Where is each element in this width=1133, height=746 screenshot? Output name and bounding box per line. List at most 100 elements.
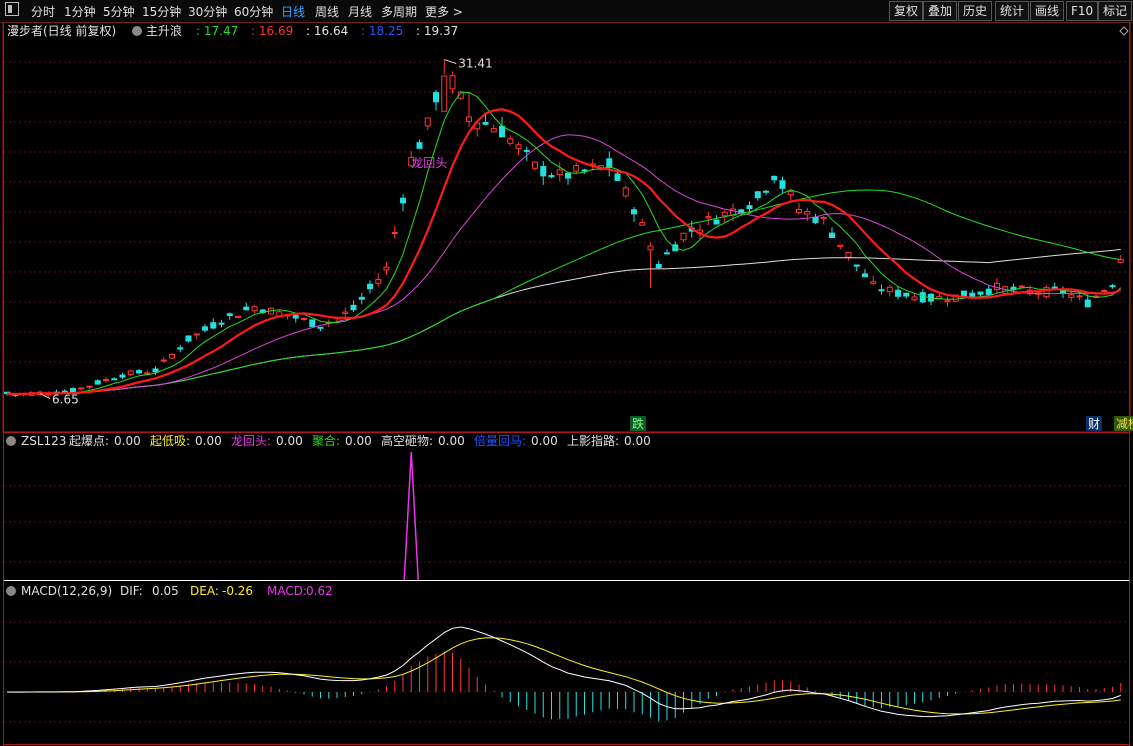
candle-body-130 xyxy=(1076,295,1083,298)
candle-body-86 xyxy=(713,219,720,225)
toolbar-button-6[interactable]: 标记 xyxy=(1098,1,1133,21)
candle-body-54 xyxy=(449,75,456,90)
candle-body-65 xyxy=(540,166,547,177)
candle-body-59 xyxy=(490,128,497,133)
macd-macd-label: MACD: xyxy=(267,584,307,598)
toolbar-button-1[interactable]: 叠加 xyxy=(923,1,958,21)
candle-body-98 xyxy=(812,216,819,223)
candle-body-9 xyxy=(78,387,85,390)
period-tab-9[interactable]: 多周期 xyxy=(381,3,417,20)
candle-body-92 xyxy=(763,190,769,193)
toolbar-button-2[interactable]: 历史 xyxy=(958,1,993,21)
candle-body-56 xyxy=(466,116,472,122)
candle-body-41 xyxy=(342,311,349,315)
candle-body-48 xyxy=(400,197,406,204)
period-tab-4[interactable]: 30分钟 xyxy=(188,3,227,20)
candle-body-35 xyxy=(292,315,299,319)
candle-body-100 xyxy=(829,232,835,239)
period-tab-5[interactable]: 60分钟 xyxy=(234,3,273,20)
indicator-name: 主升浪 xyxy=(146,23,182,38)
candle-body-29 xyxy=(243,306,250,311)
candle-body-87 xyxy=(721,211,728,217)
event-badge-1: 财 xyxy=(1088,417,1100,431)
toolbar-button-0[interactable]: 复权 xyxy=(889,1,924,21)
zsl-label-1: 起低吸: xyxy=(150,434,190,448)
candle-body-18 xyxy=(152,368,159,373)
period-tab-6[interactable]: 日线 xyxy=(281,3,305,20)
indicator-toggle-icon[interactable] xyxy=(132,26,142,36)
zsl-name: ZSL123 xyxy=(21,434,66,448)
candle-body-44 xyxy=(367,283,373,290)
zsl-value-4: 0.00 xyxy=(438,434,465,448)
ma5-line xyxy=(6,91,1122,395)
candle-body-51 xyxy=(424,117,431,127)
period-tab-1[interactable]: 1分钟 xyxy=(64,3,96,20)
candle-body-58 xyxy=(482,122,489,125)
main-panel-title: 漫步者(日线 前复权) xyxy=(7,23,116,38)
candle-body-23 xyxy=(193,333,200,336)
candle-body-79 xyxy=(655,263,662,268)
candle-body-27 xyxy=(226,313,233,317)
candle-body-131 xyxy=(1084,299,1091,308)
candle-body-105 xyxy=(870,281,877,284)
candle-body-20 xyxy=(169,354,175,359)
candle-body-12 xyxy=(103,378,109,382)
candle-body-96 xyxy=(796,208,802,213)
stock-chart[interactable]: 漫步者(日线 前复权) 主升浪: 17.47: 16.69: 16.64: 18.… xyxy=(0,22,1133,746)
expand-diamond-icon[interactable] xyxy=(1119,26,1129,36)
period-tab-10[interactable]: 更多 > xyxy=(425,3,463,20)
candle-body-111 xyxy=(919,292,926,303)
period-tab-7[interactable]: 周线 xyxy=(315,3,339,20)
period-tab-0[interactable]: 分时 xyxy=(31,3,55,20)
macd-macd-value: 0.62 xyxy=(306,584,333,598)
ma-value-2: : 16.64 xyxy=(306,24,348,38)
candle-body-108 xyxy=(895,289,901,297)
zsl-toggle-icon[interactable] xyxy=(6,436,16,446)
main-frame xyxy=(2,22,1131,433)
candle-body-133 xyxy=(1101,289,1108,293)
candle-body-119 xyxy=(985,288,992,295)
macd-toggle-icon[interactable] xyxy=(6,586,16,596)
period-tab-2[interactable]: 5分钟 xyxy=(103,3,135,20)
candle-body-68 xyxy=(565,172,571,179)
candle-body-62 xyxy=(515,144,522,150)
candle-body-114 xyxy=(944,300,951,303)
candle-body-74 xyxy=(614,173,621,181)
candle-body-28 xyxy=(235,315,241,318)
candle-body-129 xyxy=(1068,294,1075,298)
zsl-value-1: 0.00 xyxy=(195,434,222,448)
candle-body-26 xyxy=(218,322,225,325)
candle-body-135 xyxy=(1117,259,1124,263)
candle-body-123 xyxy=(1018,285,1025,288)
ma-value-1: : 16.69 xyxy=(251,24,293,38)
window-icon[interactable] xyxy=(5,2,19,16)
ma-value-4: : 19.37 xyxy=(416,24,458,38)
candle-body-37 xyxy=(309,319,316,327)
candle-body-78 xyxy=(647,245,654,251)
toolbar-button-3[interactable]: 统计 xyxy=(995,1,1030,21)
candle-body-53 xyxy=(441,75,448,112)
period-tab-8[interactable]: 月线 xyxy=(348,3,372,20)
candle-body-45 xyxy=(375,279,382,284)
candle-body-120 xyxy=(994,282,1000,291)
candle-body-60 xyxy=(499,125,505,138)
period-tab-3[interactable]: 15分钟 xyxy=(142,3,181,20)
candle-body-46 xyxy=(383,266,390,271)
candle-body-118 xyxy=(977,291,984,295)
macd-dea-label: DEA: xyxy=(190,584,219,598)
candle-body-10 xyxy=(86,385,93,388)
zsl-value-0: 0.00 xyxy=(114,434,141,448)
toolbar-button-5[interactable]: F10 xyxy=(1066,1,1099,21)
candle-body-50 xyxy=(416,142,423,149)
candle-body-91 xyxy=(754,191,761,199)
candle-body-90 xyxy=(746,205,753,210)
macd-dif-label: DIF: xyxy=(120,584,143,598)
candle-body-30 xyxy=(251,306,258,312)
period-toolbar: 分时 1分钟 5分钟 15分钟 30分钟 60分钟 日线 周线 月线 多周期 更多 > 复权 叠加 历史… xyxy=(0,0,1133,23)
candle-body-43 xyxy=(358,296,365,300)
macd-dif-value: 0.05 xyxy=(152,584,179,598)
candle-body-110 xyxy=(911,296,918,301)
toolbar-button-4[interactable]: 画线 xyxy=(1030,1,1065,21)
candle-body-13 xyxy=(111,378,118,381)
candle-body-82 xyxy=(680,232,687,241)
